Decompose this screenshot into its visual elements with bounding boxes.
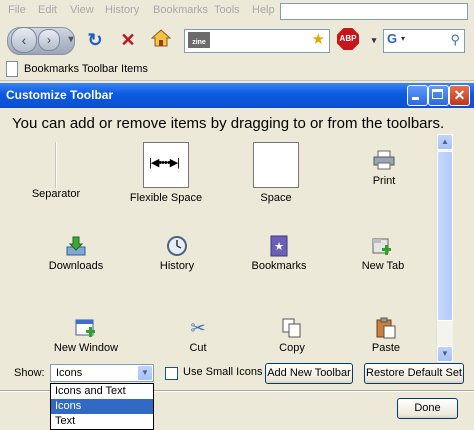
menu-edit[interactable]: Edit — [38, 4, 57, 16]
palette-item-paste[interactable]: Paste — [338, 317, 432, 354]
palette-label: New Window — [53, 342, 119, 354]
palette-label: Cut — [189, 342, 207, 354]
palette-item-history[interactable]: History — [129, 235, 225, 272]
engine-dropdown-icon[interactable]: ▾ — [401, 34, 405, 43]
scroll-up-icon[interactable]: ▲ — [437, 134, 453, 150]
show-option-text[interactable]: Text — [51, 414, 153, 429]
palette-item-separator[interactable]: Separator — [8, 142, 104, 200]
palette-item-copy[interactable]: Copy — [244, 317, 340, 354]
customize-toolbar-dialog: Customize Toolbar ✕ You can add or remov… — [0, 83, 474, 430]
bookmarks-toolbar: Bookmarks Toolbar Items — [0, 58, 474, 81]
bookmark-star-icon[interactable]: ★ — [312, 31, 325, 49]
dialog-title: Customize Toolbar — [6, 88, 114, 102]
bookmarks-page-icon — [6, 61, 18, 77]
site-favicon-icon: zine — [188, 32, 210, 48]
show-dropdown-list: Icons and Text Icons Text — [50, 383, 154, 430]
instructions-text: You can add or remove items by dragging … — [12, 115, 445, 132]
use-small-icons-label: Use Small Icons — [183, 366, 263, 378]
adblock-dropdown-icon[interactable]: ▾ — [363, 29, 385, 51]
stop-icon[interactable]: ✕ — [117, 29, 139, 51]
palette-item-bookmarks[interactable]: ★ Bookmarks — [231, 235, 327, 272]
close-icon[interactable]: ✕ — [449, 85, 470, 106]
restore-default-set-button[interactable]: Restore Default Set — [364, 363, 464, 384]
palette-item-print[interactable]: Print — [336, 150, 432, 187]
reload-icon[interactable]: ↻ — [84, 29, 106, 51]
palette-label: Bookmarks — [251, 260, 307, 272]
menu-help[interactable]: Help — [252, 4, 275, 16]
add-new-toolbar-button[interactable]: Add New Toolbar — [265, 363, 353, 384]
back-arrow-icon[interactable]: ‹ — [11, 27, 37, 53]
adblock-plus-icon[interactable]: ABP — [337, 28, 359, 50]
menubar-search-field[interactable] — [280, 3, 468, 20]
url-bar[interactable]: zine ★ — [184, 29, 330, 53]
show-option-icons-and-text[interactable]: Icons and Text — [51, 384, 153, 399]
scroll-thumb[interactable] — [437, 151, 453, 321]
separator-icon — [55, 142, 57, 188]
palette-label: Paste — [371, 342, 401, 354]
palette-item-cut[interactable]: ✂ Cut — [150, 317, 246, 354]
done-button[interactable]: Done — [397, 398, 458, 419]
show-option-icons[interactable]: Icons — [51, 399, 153, 414]
menu-tools[interactable]: Tools — [214, 4, 240, 16]
palette-label: Separator — [31, 188, 81, 200]
show-select-value: Icons — [56, 367, 83, 379]
svg-text:★: ★ — [274, 241, 284, 253]
palette-label: History — [159, 260, 195, 272]
home-icon[interactable] — [150, 29, 172, 51]
checkbox-box[interactable] — [165, 367, 178, 380]
bookmarks-toolbar-label: Bookmarks Toolbar Items — [24, 63, 148, 75]
google-search-engine-icon[interactable]: G — [387, 31, 397, 46]
palette-label: Print — [372, 175, 396, 187]
search-magnifier-icon[interactable]: ⚲ — [450, 32, 460, 48]
palette-item-space[interactable]: Space — [228, 142, 324, 204]
forward-arrow-icon[interactable]: › — [38, 29, 60, 51]
palette-item-new-window[interactable]: New Window — [38, 317, 134, 354]
scroll-down-icon[interactable]: ▼ — [437, 346, 453, 362]
palette-item-downloads[interactable]: Downloads — [28, 235, 124, 272]
bookmarks-icon: ★ — [268, 235, 290, 257]
copy-icon — [281, 317, 303, 339]
dialog-titlebar: Customize Toolbar ✕ — [0, 83, 474, 108]
menu-view[interactable]: View — [70, 4, 94, 16]
palette-label: Flexible Space — [129, 192, 203, 204]
printer-icon — [373, 150, 395, 172]
downloads-icon — [65, 235, 87, 257]
palette-label: Space — [260, 192, 292, 204]
menu-file[interactable]: File — [8, 4, 26, 16]
new-window-icon — [75, 317, 97, 339]
scissors-icon: ✂ — [190, 318, 206, 338]
flexible-space-icon: |◀••••▶| — [143, 142, 189, 188]
palette-scrollbar[interactable]: ▲ ▼ — [436, 134, 453, 362]
maximize-icon[interactable] — [428, 85, 449, 106]
menu-bar: File Edit View History Bookmarks Tools H… — [0, 0, 474, 22]
history-dropdown-icon[interactable]: ▾ — [60, 29, 82, 51]
navigation-toolbar: ‹ › ▾ ↻ ✕ zine ★ ABP ▾ G ▾ ⚲ — [0, 22, 474, 58]
menu-bookmarks[interactable]: Bookmarks — [153, 4, 208, 16]
clock-icon — [166, 235, 188, 257]
palette-label: New Tab — [361, 260, 405, 272]
palette-item-flexible-space[interactable]: |◀••••▶| Flexible Space — [118, 142, 214, 204]
space-icon — [253, 142, 299, 188]
new-tab-icon — [372, 235, 394, 257]
paste-icon — [375, 317, 397, 339]
show-label: Show: — [14, 367, 45, 379]
search-box[interactable]: G ▾ ⚲ — [383, 29, 465, 53]
menu-history[interactable]: History — [105, 4, 139, 16]
minimize-icon[interactable] — [407, 85, 428, 106]
palette-label: Downloads — [48, 260, 104, 272]
chevron-down-icon[interactable]: ▼ — [137, 365, 153, 381]
palette-item-new-tab[interactable]: New Tab — [335, 235, 431, 272]
show-select[interactable]: Icons ▼ — [50, 364, 154, 382]
palette-label: Copy — [279, 342, 305, 354]
toolbar-palette: Separator |◀••••▶| Flexible Space Space … — [8, 138, 432, 360]
